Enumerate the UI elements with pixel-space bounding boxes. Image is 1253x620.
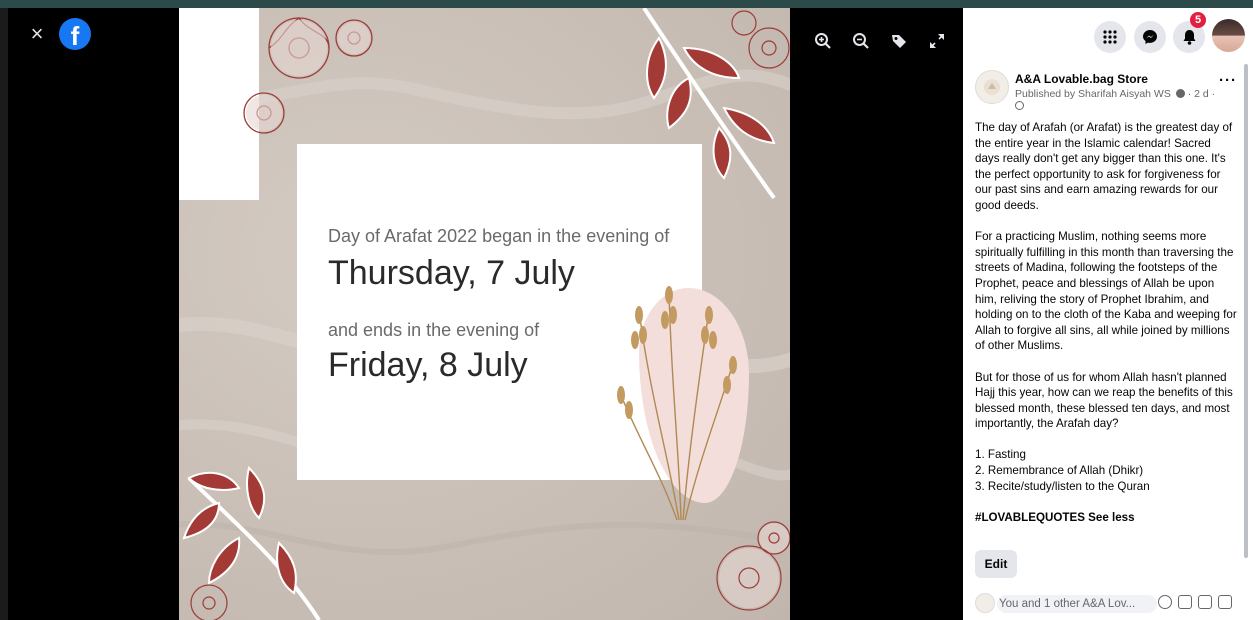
post-side-panel: 5 A&A Lovable.bag Store Published by Sha… (963, 8, 1253, 620)
post-header: A&A Lovable.bag Store Published by Shari… (975, 70, 1241, 114)
flower-cluster-top (243, 17, 373, 134)
list-item: 1. Fasting (975, 448, 1026, 462)
globe-icon (1015, 101, 1024, 110)
tag-icon[interactable] (888, 30, 910, 52)
emoji-icon[interactable] (1158, 595, 1172, 609)
zoom-in-icon[interactable] (812, 30, 834, 52)
page-name-link[interactable]: A&A Lovable.bag Store (1015, 72, 1148, 86)
zoom-out-icon[interactable] (850, 30, 872, 52)
post-time[interactable]: · 2 d · (1188, 88, 1215, 100)
published-by-text[interactable]: Published by Sharifah Aisyah WS (1015, 88, 1171, 100)
info-icon[interactable] (1175, 89, 1185, 98)
leaf-branch-bottom-left (182, 466, 321, 620)
top-border (0, 0, 1253, 8)
profile-avatar[interactable] (1212, 19, 1245, 52)
viewer-edge (0, 8, 8, 620)
comment-input[interactable]: You and 1 other A&A Lov... (997, 595, 1157, 613)
sticker-icon[interactable] (1218, 595, 1232, 609)
list-item: 2. Remembrance of Allah (Dhikr) (975, 464, 1144, 478)
list-item: 3. Recite/study/listen to the Quran (975, 479, 1150, 493)
panel-scrollbar[interactable] (1244, 64, 1248, 558)
photo-viewer-window: × f Day of Arafat 2022 began in the even… (0, 8, 1253, 620)
edit-button[interactable]: Edit (975, 550, 1017, 578)
viewer-toolbar (812, 30, 948, 52)
post-paragraph-1: The day of Arafah (or Arafat) is the gre… (975, 121, 1233, 212)
comment-tools (1158, 595, 1232, 609)
messenger-icon[interactable] (1134, 21, 1166, 53)
close-icon[interactable]: × (26, 23, 48, 45)
comment-composer: You and 1 other A&A Lov... (975, 593, 1245, 615)
notification-badge: 5 (1190, 12, 1206, 28)
post-text: The day of Arafah (or Arafat) is the gre… (975, 120, 1237, 525)
flower-cluster-bottom-right (716, 521, 790, 611)
more-options-icon[interactable]: ··· (1219, 72, 1237, 89)
poster-line-3: and ends in the evening of (328, 320, 540, 340)
published-by-line: Published by Sharifah Aisyah WS · 2 d · (1015, 88, 1215, 100)
top-nav: 5 (963, 8, 1253, 58)
poster-line-4: Friday, 8 July (328, 346, 528, 384)
hashtag-see-less[interactable]: #LOVABLEQUOTES See less (975, 510, 1237, 526)
poster-line-1: Day of Arafat 2022 began in the evening … (328, 226, 670, 246)
camera-icon[interactable] (1178, 595, 1192, 609)
wheat-bouquet (617, 286, 737, 520)
gif-icon[interactable] (1198, 595, 1212, 609)
facebook-logo-icon[interactable]: f (59, 18, 91, 50)
page-avatar[interactable] (975, 70, 1009, 104)
fullscreen-icon[interactable] (926, 30, 948, 52)
post-photo: Day of Arafat 2022 began in the evening … (179, 8, 790, 620)
post-paragraph-3: But for those of us for whom Allah hasn'… (975, 370, 1233, 431)
poster-line-2: Thursday, 7 July (328, 254, 575, 292)
commenter-avatar[interactable] (975, 593, 995, 613)
post-paragraph-2: For a practicing Muslim, nothing seems m… (975, 230, 1237, 353)
menu-grid-icon[interactable] (1094, 21, 1126, 53)
photo-viewer: × f Day of Arafat 2022 began in the even… (0, 8, 963, 620)
